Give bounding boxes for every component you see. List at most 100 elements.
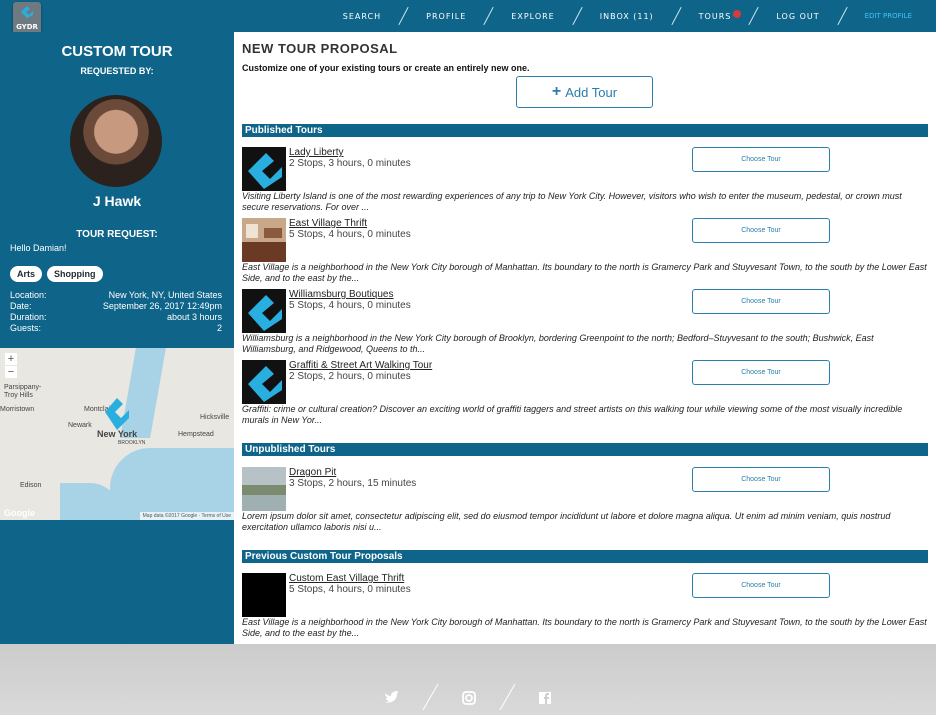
map-label: Hicksville [200,414,230,421]
detail-row-location: Location: New York, NY, United States [10,290,222,301]
nav-explore[interactable]: EXPLORE [505,12,560,21]
tour-description: Williamsburg is a neighborhood in the Ne… [242,333,874,354]
request-message: Hello Damian! [10,243,67,253]
tour-thumbnail[interactable] [242,218,286,262]
tour-meta: 2 Stops, 2 hours, 0 minutes [289,371,411,382]
location-map[interactable]: + − Parsippany-Troy Hills Montclair Morr… [0,348,234,520]
interest-tags: Arts Shopping [10,266,103,282]
nav-tours-label: TOURS [698,11,732,21]
tour-meta: 5 Stops, 4 hours, 0 minutes [289,584,411,595]
detail-value: New York, NY, United States [108,290,222,300]
choose-tour-button[interactable]: Choose Tour [692,147,830,172]
main-nav: SEARCH PROFILE EXPLORE INBOX (11) TOURS … [337,0,936,32]
tour-name[interactable]: Graffiti & Street Art Walking Tour [289,360,432,371]
zoom-out-button[interactable]: − [5,366,17,378]
nav-divider [572,6,583,26]
map-label: Parsippany-Troy Hills [4,384,42,399]
facebook-icon[interactable] [535,688,555,708]
requested-by-label: REQUESTED BY: [80,66,154,76]
sidebar-title: CUSTOM TOUR [61,43,173,60]
section-previous-proposals: Previous Custom Tour Proposals [242,550,928,563]
nav-inbox[interactable]: INBOX (11) [594,12,660,21]
nav-search[interactable]: SEARCH [337,12,387,21]
detail-label: Duration: [10,312,47,322]
detail-value: 2 [216,323,222,333]
detail-label: Date: [10,301,32,311]
tour-name[interactable]: East Village Thrift [289,218,367,229]
tour-name[interactable]: Custom East Village Thrift [289,573,404,584]
nav-divider [836,6,848,26]
tour-description: East Village is a neighborhood in the Ne… [242,617,927,638]
choose-tour-button[interactable]: Choose Tour [692,467,830,492]
nav-divider [671,6,682,26]
tour-description: East Village is a neighborhood in the Ne… [242,262,927,283]
detail-label: Guests: [10,323,42,333]
section-published: Published Tours [242,124,928,137]
nav-profile[interactable]: PROFILE [420,12,472,21]
add-tour-button[interactable]: + Add Tour [516,76,653,108]
tour-meta: 3 Stops, 2 hours, 15 minutes [289,478,417,489]
tour-thumbnail[interactable] [242,289,286,333]
twitter-icon[interactable] [382,688,402,708]
nav-logout[interactable]: LOG OUT [770,12,825,21]
page-title: NEW TOUR PROPOSAL [242,41,398,56]
tag-arts: Arts [10,266,43,282]
map-label: Hempstead [178,431,214,438]
requester-name[interactable]: J Hawk [0,193,234,209]
map-label: Edison [20,482,42,489]
google-logo: Google [4,508,35,518]
tour-description: Visiting Liberty Island is one of the mo… [242,191,902,212]
map-water [110,448,234,520]
map-label: Morristown [0,406,35,413]
detail-value: about 3 hours [166,312,222,322]
tour-description: Lorem ipsum dolor sit amet, consectetur … [242,511,891,532]
footer [0,644,936,715]
notification-dot [733,9,742,18]
detail-label: Location: [10,290,47,300]
map-label: BROOKLYN [118,440,146,446]
section-unpublished: Unpublished Tours [242,443,928,456]
nav-tours[interactable]: TOURS [693,9,742,21]
nav-divider [483,6,494,26]
choose-tour-button[interactable]: Choose Tour [692,573,830,598]
request-details: Location: New York, NY, United States Dat… [10,290,222,334]
top-navbar: GYDR SEARCH PROFILE EXPLORE INBOX (11) T… [0,0,936,35]
detail-row-duration: Duration: about 3 hours [10,312,222,323]
tour-thumbnail[interactable] [242,467,286,511]
map-label: Newark [68,422,92,429]
footer-divider [499,683,516,711]
avatar[interactable] [70,95,162,187]
tour-meta: 5 Stops, 4 hours, 0 minutes [289,300,411,311]
tour-name[interactable]: Dragon Pit [289,467,336,478]
tour-meta: 5 Stops, 4 hours, 0 minutes [289,229,411,240]
detail-row-guests: Guests: 2 [10,323,222,334]
nav-divider [748,6,759,26]
footer-divider [422,683,439,711]
map-pin-icon[interactable] [101,394,133,432]
request-sidebar: CUSTOM TOUR REQUESTED BY: J Hawk TOUR RE… [0,32,234,644]
tour-thumbnail[interactable] [242,360,286,404]
page-subtitle: Customize one of your existing tours or … [242,63,530,73]
gydr-logo[interactable]: GYDR [13,2,41,35]
tour-description: Graffiti: crime or cultural creation? Di… [242,404,903,425]
choose-tour-button[interactable]: Choose Tour [692,289,830,314]
instagram-icon[interactable] [459,688,479,708]
tour-meta: 2 Stops, 3 hours, 0 minutes [289,158,411,169]
plus-icon: + [551,83,562,100]
nav-divider [398,6,409,26]
detail-row-date: Date: September 26, 2017 12:49pm [10,301,222,312]
tour-name[interactable]: Lady Liberty [289,147,343,158]
map-attribution[interactable]: Map data ©2017 Google · Terms of Use [139,512,234,520]
tour-request-heading: TOUR REQUEST: [76,229,158,240]
logo-icon [21,6,33,18]
tour-thumbnail[interactable] [242,147,286,191]
choose-tour-button[interactable]: Choose Tour [692,218,830,243]
detail-value: September 26, 2017 12:49pm [102,301,222,311]
tour-name[interactable]: Williamsburg Boutiques [289,289,394,300]
zoom-in-button[interactable]: + [5,353,17,365]
nav-edit-profile[interactable]: EDIT PROFILE [859,12,936,20]
add-tour-label: Add Tour [565,84,618,100]
tour-thumbnail[interactable] [242,573,286,617]
choose-tour-button[interactable]: Choose Tour [692,360,830,385]
logo-text: GYDR [16,23,38,31]
